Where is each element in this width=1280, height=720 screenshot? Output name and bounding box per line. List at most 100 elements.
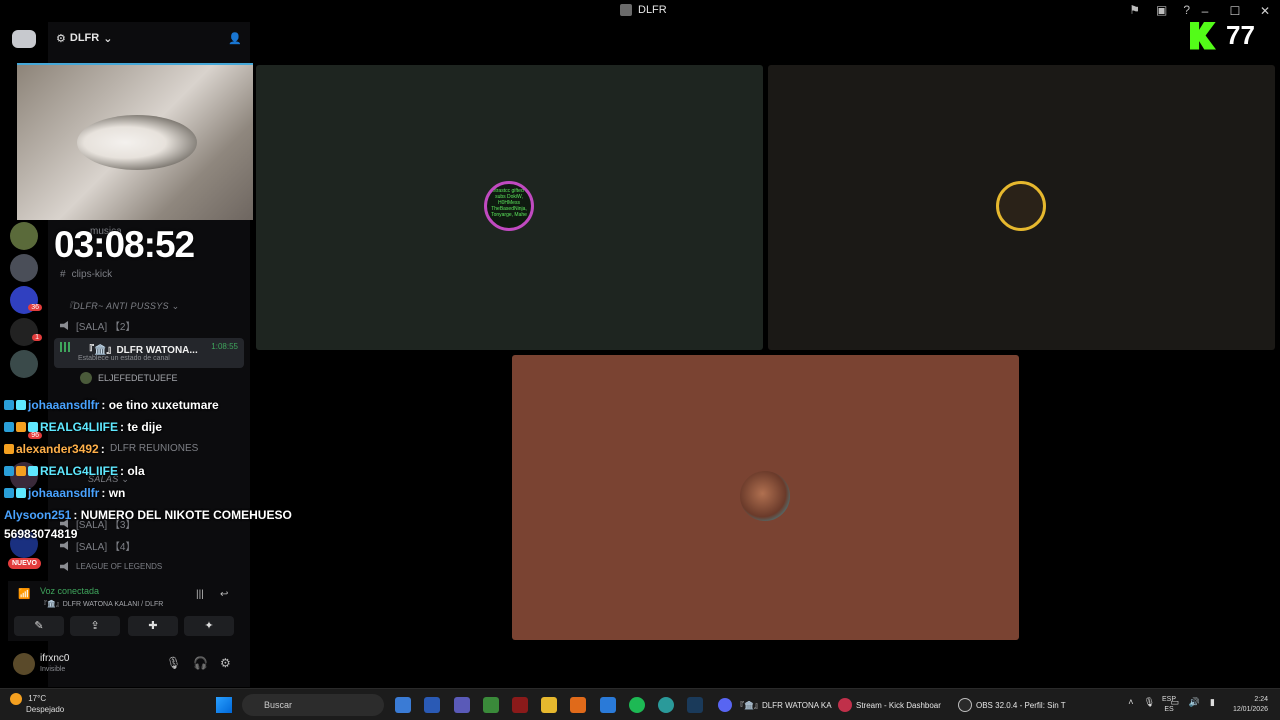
taskbar-search[interactable]: Buscar xyxy=(242,694,384,716)
avatar[interactable] xyxy=(13,653,35,675)
chat-message: alexander3492 : xyxy=(4,442,105,456)
steam-icon[interactable] xyxy=(687,697,703,713)
sun-icon xyxy=(10,693,22,705)
chevron-up-icon[interactable]: ˄ xyxy=(1128,697,1133,708)
soundboard-button[interactable]: ✦ xyxy=(184,616,234,636)
voice-tile-1[interactable]: contrastcc gifted 10 subs DokiW, H0HMess… xyxy=(256,65,763,350)
battery-icon[interactable]: ▮ xyxy=(1210,697,1215,708)
chat-text: 56983074819 xyxy=(4,527,78,541)
help-icon[interactable]: ? xyxy=(1183,3,1190,17)
clock[interactable]: 2:24 12/01/2026 xyxy=(1233,695,1268,715)
add-member-icon[interactable]: 👤 xyxy=(228,32,242,45)
obs-icon xyxy=(958,698,972,712)
voice-channel-name[interactable]: 『🏛️』DLFR WATONA KALANI / DLFR xyxy=(40,599,163,609)
channel-lol[interactable]: LEAGUE OF LEGENDS xyxy=(60,562,162,571)
task-discord[interactable]: 『🏛️』DLFR WATONA KA xyxy=(718,698,832,712)
camera-button[interactable]: ✎ xyxy=(14,616,64,636)
task-label: 『🏛️』DLFR WATONA KA xyxy=(736,700,832,710)
settings-gear-icon[interactable]: ⚙ xyxy=(220,656,231,670)
chat-message: johaaansdlfr : oe tino xuxetumare xyxy=(4,398,219,412)
cat-image xyxy=(77,115,197,170)
windows-start-icon[interactable] xyxy=(216,697,232,713)
maximize-icon[interactable]: ☐ xyxy=(1220,2,1250,20)
folder-icon[interactable] xyxy=(541,697,557,713)
tray-icons: ▭ 🔊 ▮ xyxy=(1170,697,1215,708)
chat-message: Alysoon251 : NUMERO DEL NIKOTE COMEHUESO xyxy=(4,508,292,522)
noise-suppression-icon[interactable]: ||| xyxy=(196,589,204,600)
badge-icon xyxy=(4,444,14,454)
server-icon[interactable] xyxy=(10,254,38,282)
kick-viewer-overlay: 77 xyxy=(1190,20,1255,51)
nvidia-icon[interactable] xyxy=(483,697,499,713)
edge-icon[interactable] xyxy=(658,697,674,713)
webcam-overlay xyxy=(17,63,253,220)
activities-button[interactable]: ✚ xyxy=(128,616,178,636)
username[interactable]: ifrxnc0 xyxy=(40,653,69,664)
weather-widget[interactable]: 17°C Despejado xyxy=(10,693,64,714)
channel-sala2[interactable]: [SALA] 【2】 xyxy=(60,318,135,333)
badge-icon xyxy=(28,422,38,432)
inbox-icon[interactable]: ⚑ xyxy=(1129,3,1140,17)
spotify-icon[interactable] xyxy=(629,697,645,713)
badge-icon xyxy=(16,466,26,476)
mic-tray-icon[interactable]: 🎙 xyxy=(1144,697,1155,708)
disconnect-icon[interactable]: ↩ xyxy=(220,589,228,600)
speaker-icon xyxy=(60,541,68,550)
server-name: DLFR xyxy=(69,32,100,44)
window-title: DLFR xyxy=(620,4,667,16)
voice-member[interactable]: ELJEFEDETUJEFE xyxy=(80,372,178,384)
clock-date: 12/01/2026 xyxy=(1232,706,1268,713)
headphones-icon[interactable]: 🎧 xyxy=(193,656,208,670)
voice-tile-3[interactable] xyxy=(512,355,1019,640)
minimize-icon[interactable]: – xyxy=(1190,2,1220,20)
chat-text: : xyxy=(100,442,105,456)
category-anti[interactable]: 『DLFR~ ANTI PUSSYS ⌄ xyxy=(64,299,179,312)
stream-timer: 03:08:52 xyxy=(54,224,195,265)
server-icon[interactable] xyxy=(10,350,38,378)
app-icon[interactable] xyxy=(570,697,586,713)
chat-username: REALG4LIIFE xyxy=(40,464,119,478)
network-icon[interactable]: ▭ xyxy=(1170,697,1179,708)
task-obs[interactable]: OBS 32.0.4 - Perfil: Sin T xyxy=(958,698,1066,712)
task-kick[interactable]: Stream - Kick Dashboar xyxy=(838,698,941,712)
volume-icon[interactable]: 🔊 xyxy=(1189,697,1200,708)
speaker-icon xyxy=(60,562,68,571)
outlook-icon[interactable] xyxy=(600,697,616,713)
close-icon[interactable]: ✕ xyxy=(1250,2,1280,20)
discord-home-icon[interactable] xyxy=(12,30,36,48)
chevron-down-icon: ⌄ xyxy=(103,32,113,45)
badge-icon xyxy=(28,466,38,476)
channel-duration: 1:08:55 xyxy=(211,342,238,351)
active-voice-channel[interactable]: 『🏛️』DLFR WATONA... 1:08:55 Establece un … xyxy=(54,338,244,368)
badge-icon xyxy=(4,422,14,432)
copilot-icon[interactable] xyxy=(395,697,411,713)
browser-icon xyxy=(838,698,852,712)
server-header[interactable]: ⚙ DLFR ⌄ 👤 xyxy=(56,30,242,46)
task-label: Stream - Kick Dashboar xyxy=(856,700,941,710)
signal-icon[interactable]: 📶 xyxy=(18,589,30,600)
teams-icon[interactable] xyxy=(454,697,470,713)
microphone-icon[interactable]: 🎙 xyxy=(166,656,181,670)
chat-username: Alysoon251 xyxy=(4,508,72,522)
server-icon[interactable] xyxy=(10,318,38,346)
channel-status-hint[interactable]: Establece un estado de canal xyxy=(78,355,170,362)
valorant-icon[interactable] xyxy=(512,697,528,713)
taskbar: 17°C Despejado Buscar 『🏛️』DLFR WATONA KA… xyxy=(0,688,1280,720)
clock-time: 2:24 xyxy=(1254,696,1268,703)
channel-reuniones[interactable]: DLFR REUNIONES xyxy=(110,443,198,454)
camera-off-icon: ✎ xyxy=(34,620,44,632)
notification-badge: 36 xyxy=(28,304,42,311)
window-icon[interactable]: ▣ xyxy=(1156,3,1167,17)
hash-icon: # xyxy=(60,269,66,280)
screen-share-button[interactable]: ⇪ xyxy=(70,616,120,636)
channel-clips[interactable]: # clips-kick xyxy=(60,269,112,280)
store-icon[interactable] xyxy=(424,697,440,713)
voice-status[interactable]: Voz conectada xyxy=(40,586,99,596)
system-tray: ˄ 🎙 xyxy=(1128,697,1155,708)
channel-label: DLFR REUNIONES xyxy=(110,443,199,454)
notification-badge: 1 xyxy=(32,334,42,341)
activities-icon: ✚ xyxy=(148,620,158,632)
chat-username: johaaansdlfr xyxy=(28,398,100,412)
voice-tile-2[interactable] xyxy=(768,65,1275,350)
server-icon[interactable] xyxy=(10,222,38,250)
